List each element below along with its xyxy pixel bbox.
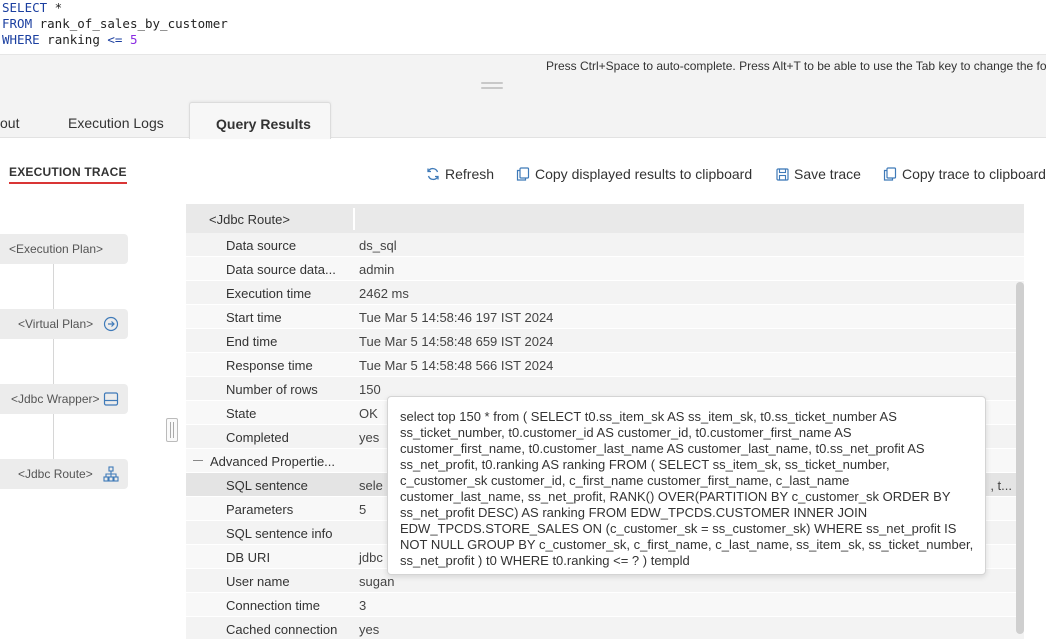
property-name: Execution time	[226, 286, 312, 301]
section-title: Advanced Propertie...	[210, 454, 336, 469]
table-row[interactable]: Start time Tue Mar 5 14:58:46 197 IST 202…	[186, 305, 1024, 329]
column-separator[interactable]	[353, 208, 355, 230]
tab-layout[interactable]: out	[0, 100, 19, 138]
property-value: 150	[359, 382, 381, 397]
sql-keyword: SELECT	[2, 0, 48, 15]
tree-node-virtual-plan[interactable]: <Virtual Plan>	[0, 309, 128, 339]
property-value: Tue Mar 5 14:58:48 566 IST 2024	[359, 358, 554, 373]
property-value: yes	[359, 430, 380, 445]
property-name: End time	[226, 334, 278, 349]
tree-connector	[53, 264, 54, 462]
tree-node-label: <Execution Plan>	[9, 242, 104, 256]
editor-line-1: SELECT *	[2, 0, 1046, 16]
sql-text: ranking	[39, 32, 108, 47]
sql-operator: <=	[107, 32, 123, 47]
property-name: SQL sentence info	[226, 526, 333, 541]
panel-icon	[103, 391, 119, 407]
copy-results-label: Copy displayed results to clipboard	[535, 166, 753, 182]
drag-handle-icon[interactable]	[481, 82, 503, 92]
table-row[interactable]: Data source data... admin	[186, 257, 1024, 281]
tab-query-results[interactable]: Query Results	[189, 102, 331, 139]
refresh-button[interactable]: Refresh	[426, 166, 494, 184]
property-name: DB URI	[226, 550, 271, 565]
sql-text: rank_of_sales_by_customer	[32, 16, 228, 31]
table-row[interactable]: Connection time 3	[186, 593, 1024, 617]
truncated-value-tail: , t...	[990, 478, 1012, 493]
property-value: 5	[359, 502, 367, 517]
table-row[interactable]: Response time Tue Mar 5 14:58:48 566 IST …	[186, 353, 1024, 377]
copy-icon	[516, 167, 530, 184]
property-value: 3	[359, 598, 367, 613]
property-name: User name	[226, 574, 290, 589]
panel-splitter[interactable]	[0, 76, 1046, 100]
copy-results-button[interactable]: Copy displayed results to clipboard	[516, 166, 752, 184]
table-row[interactable]: Data source ds_sql	[186, 233, 1024, 257]
pane-resize-handle[interactable]	[166, 418, 178, 442]
tree-node-execution-plan[interactable]: <Execution Plan>	[0, 234, 128, 264]
editor-line-2: FROM rank_of_sales_by_customer	[2, 16, 1046, 32]
property-value: Tue Mar 5 14:58:48 659 IST 2024	[359, 334, 554, 349]
table-row[interactable]: Cached connection yes	[186, 617, 1024, 639]
property-value: OK	[359, 406, 378, 421]
property-value: Tue Mar 5 14:58:46 197 IST 2024	[359, 310, 554, 325]
sql-number: 5	[122, 32, 138, 47]
property-name: SQL sentence	[226, 478, 308, 493]
property-value: 2462 ms	[359, 286, 409, 301]
sql-editor[interactable]: SELECT * FROM rank_of_sales_by_customer …	[0, 0, 1046, 54]
editor-hint-text: Press Ctrl+Space to auto-complete. Press…	[546, 59, 1046, 73]
arrow-circle-icon	[103, 316, 119, 332]
property-name: Data source data...	[226, 262, 336, 277]
sql-keyword: WHERE	[2, 32, 40, 47]
property-value: yes	[359, 622, 380, 637]
copy-trace-button[interactable]: Copy trace to clipboard	[883, 166, 1046, 184]
property-name: Data source	[226, 238, 297, 253]
sql-keyword: FROM	[2, 16, 33, 31]
property-value: ds_sql	[359, 238, 397, 253]
table-row[interactable]: Execution time 2462 ms	[186, 281, 1024, 305]
property-name: Cached connection	[226, 622, 338, 637]
save-icon	[776, 168, 789, 184]
tree-node-jdbc-route[interactable]: <Jdbc Route>	[0, 459, 128, 489]
results-tab-bar: out Execution Logs Query Results	[0, 100, 1046, 139]
collapse-icon[interactable]	[193, 460, 203, 461]
sql-sentence-tooltip: select top 150 * from ( SELECT t0.ss_ite…	[387, 396, 986, 575]
execution-trace-title: EXECUTION TRACE	[9, 165, 127, 184]
property-value: jdbc	[359, 550, 383, 565]
sql-text: *	[47, 0, 63, 15]
tree-node-jdbc-wrapper[interactable]: <Jdbc Wrapper>	[0, 384, 128, 414]
property-name: Completed	[226, 430, 289, 445]
grid-header: <Jdbc Route>	[186, 204, 1024, 234]
save-trace-button[interactable]: Save trace	[776, 166, 861, 184]
tree-node-label: <Virtual Plan>	[18, 317, 94, 331]
property-name: Start time	[226, 310, 282, 325]
property-value: admin	[359, 262, 395, 277]
hierarchy-icon	[103, 466, 119, 482]
editor-hint-bar: Press Ctrl+Space to auto-complete. Press…	[0, 54, 1046, 76]
tree-node-label: <Jdbc Wrapper>	[11, 392, 100, 406]
table-row[interactable]: End time Tue Mar 5 14:58:48 659 IST 2024	[186, 329, 1024, 353]
tree-node-label: <Jdbc Route>	[18, 467, 93, 481]
refresh-icon	[426, 167, 440, 184]
save-trace-label: Save trace	[794, 166, 861, 182]
copy-icon	[883, 167, 897, 184]
grid-header-title: <Jdbc Route>	[209, 212, 290, 227]
copy-trace-label: Copy trace to clipboard	[902, 166, 1046, 182]
property-name: Parameters	[226, 502, 294, 517]
property-name: Response time	[226, 358, 313, 373]
property-name: Number of rows	[226, 382, 318, 397]
grid-scrollbar[interactable]	[1016, 282, 1024, 634]
property-name: Connection time	[226, 598, 320, 613]
property-value: sele	[359, 478, 383, 493]
property-value: sugan	[359, 574, 395, 589]
refresh-label: Refresh	[445, 166, 495, 182]
tab-execution-logs[interactable]: Execution Logs	[68, 100, 164, 138]
editor-line-3: WHERE ranking <= 5	[2, 32, 1046, 48]
property-name: State	[226, 406, 257, 421]
